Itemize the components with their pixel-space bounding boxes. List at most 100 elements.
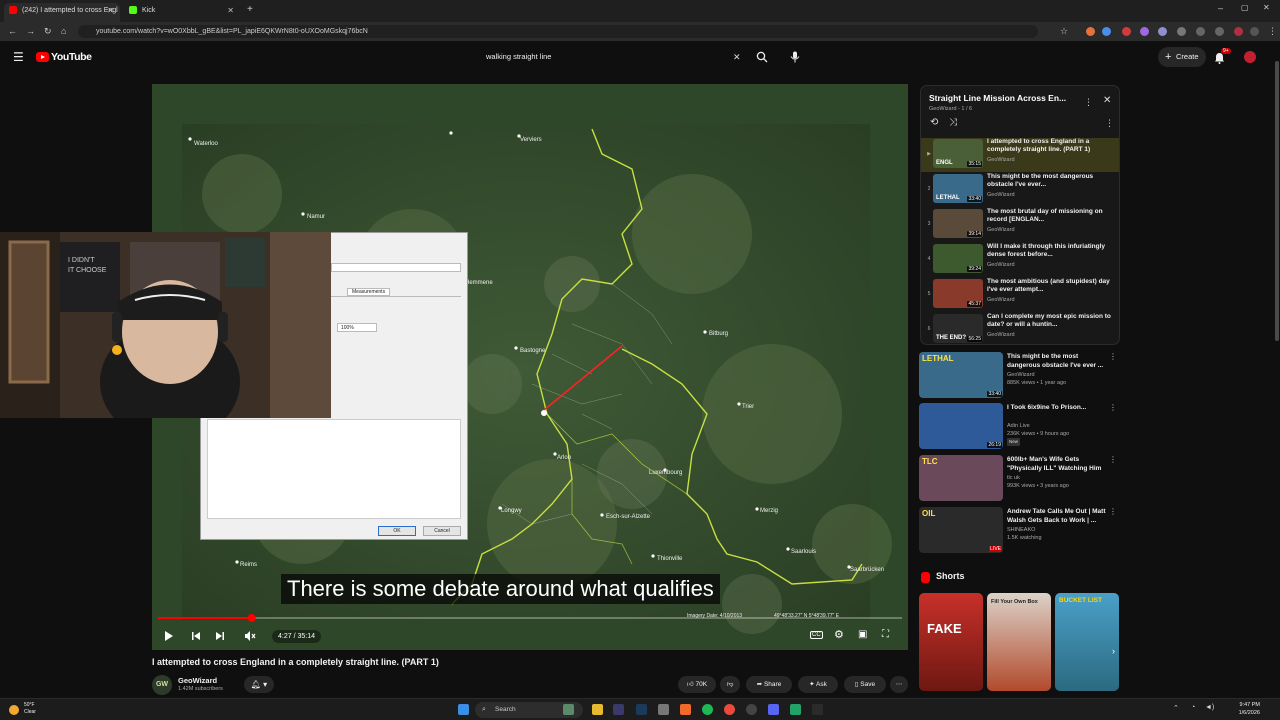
weather-widget[interactable]: 50°F Clear <box>24 702 36 716</box>
recommended-video[interactable]: LETHAL 33:40 This might be the most danger… <box>919 352 1119 398</box>
video-menu-icon[interactable]: ⋮ <box>1109 507 1117 516</box>
dialog-zoom-input[interactable]: 100% <box>337 323 377 332</box>
brave-icon[interactable] <box>680 704 691 715</box>
account-avatar[interactable] <box>1244 51 1256 63</box>
browser-tab-youtube[interactable]: (242) I attempted to cross Engl ✕ <box>4 3 120 22</box>
spotify-icon[interactable] <box>702 704 713 715</box>
close-playlist-icon[interactable]: ✕ <box>1103 95 1111 106</box>
forward-icon[interactable]: → <box>26 26 35 37</box>
settings-gear-icon[interactable]: ⚙ <box>834 628 844 641</box>
extension-icon[interactable] <box>1102 27 1111 36</box>
browser-menu-icon[interactable]: ⋮ <box>1268 26 1277 37</box>
playlist-item[interactable]: 6 THE END? 56:25 Can I complete my most epi… <box>921 313 1119 344</box>
short-card[interactable]: FAKE <box>919 593 983 691</box>
playlist-item[interactable]: 4 39:24 Will I make it through this infuri… <box>921 243 1119 277</box>
app-icon[interactable] <box>790 704 801 715</box>
tray-chevron-icon[interactable]: ⌃ <box>1173 704 1179 712</box>
terminal-icon[interactable] <box>812 704 823 715</box>
file-explorer-icon[interactable] <box>592 704 603 715</box>
widgets-icon[interactable] <box>563 704 574 715</box>
back-icon[interactable]: ← <box>8 26 17 37</box>
profile-avatar-icon[interactable] <box>1234 27 1243 36</box>
close-tab-icon[interactable]: ✕ <box>107 3 114 18</box>
discord-icon[interactable] <box>768 704 779 715</box>
download-icon[interactable] <box>1215 27 1224 36</box>
playlist-menu-icon[interactable]: ⋮ <box>1084 97 1093 108</box>
taskbar-clock[interactable]: 9:47 PM 1/6/2026 <box>1228 701 1260 717</box>
close-window-icon[interactable]: ✕ <box>1263 3 1270 12</box>
scrollbar-thumb[interactable] <box>1275 61 1279 341</box>
microphone-icon[interactable] <box>790 51 800 63</box>
subtitles-icon[interactable]: CC <box>810 631 823 639</box>
short-card[interactable]: BUCKET LIST <box>1055 593 1119 691</box>
fullscreen-icon[interactable]: ⛶ <box>882 629 889 640</box>
video-menu-icon[interactable]: ⋮ <box>1109 455 1117 464</box>
save-button[interactable]: ▯ Save <box>844 676 886 693</box>
playlist-item[interactable]: 3 39:14 The most brutal day of missioning … <box>921 208 1119 242</box>
start-windows-icon[interactable] <box>458 704 469 715</box>
previous-icon[interactable] <box>191 631 201 641</box>
weather-icon[interactable] <box>9 705 19 715</box>
hamburger-menu-icon[interactable]: ☰ <box>13 50 24 64</box>
browser-tab-kick[interactable]: Kick ✕ <box>124 3 240 22</box>
youtube-logo-icon[interactable] <box>36 52 49 62</box>
search-icon[interactable] <box>756 51 768 63</box>
clear-search-icon[interactable]: ✕ <box>733 52 741 63</box>
dialog-ok-button[interactable]: OK <box>378 526 416 536</box>
app-icon[interactable] <box>613 704 624 715</box>
ask-button[interactable]: ✦ Ask <box>798 676 838 693</box>
steam-icon[interactable] <box>636 704 647 715</box>
video-scrubber-handle[interactable] <box>247 614 256 622</box>
dislike-button[interactable]: 👎︎ <box>720 676 740 693</box>
share-button[interactable]: ➦ Share <box>746 676 792 693</box>
page-scrollbar[interactable] <box>1274 41 1280 698</box>
subscribed-bell-button[interactable]: 🔔︎ ▾ <box>244 676 274 693</box>
extension-icon[interactable] <box>1140 27 1149 36</box>
extensions-puzzle-icon[interactable] <box>1177 27 1186 36</box>
extension-icon[interactable] <box>1122 27 1131 36</box>
minimize-icon[interactable]: – <box>1218 3 1223 13</box>
dialog-tab-measurements[interactable]: Measurements <box>347 288 391 296</box>
video-progress-fill[interactable] <box>158 617 252 619</box>
profile-icon[interactable] <box>1250 27 1259 36</box>
mute-icon[interactable] <box>244 630 256 642</box>
extension-icon[interactable] <box>1086 27 1095 36</box>
playlist-more-icon[interactable]: ⋮ <box>1105 118 1114 129</box>
channel-avatar[interactable]: GW <box>152 675 172 695</box>
playlist-title[interactable]: Straight Line Mission Across En... <box>929 93 1066 103</box>
wifi-icon[interactable]: ◔ <box>1191 704 1195 711</box>
playlist-item[interactable]: 5 45:37 The most ambitious (and stupidest)… <box>921 278 1119 312</box>
video-menu-icon[interactable]: ⋮ <box>1109 403 1117 412</box>
short-card[interactable]: Fill Your Own Box <box>987 593 1051 691</box>
extension-icon[interactable] <box>1158 27 1167 36</box>
play-icon[interactable] <box>164 630 174 642</box>
video-menu-icon[interactable]: ⋮ <box>1109 352 1117 361</box>
shuffle-icon[interactable]: ⤨ <box>949 117 957 128</box>
youtube-logo-text[interactable]: YouTube <box>51 51 92 63</box>
bookmark-star-icon[interactable]: ☆ <box>1060 26 1068 37</box>
chrome-icon[interactable] <box>724 704 735 715</box>
home-icon[interactable]: ⌂ <box>61 26 66 37</box>
address-bar[interactable]: youtube.com/watch?v=wO0XbbL_gBE&list=PL_… <box>78 25 1038 38</box>
loop-icon[interactable]: ⟲ <box>930 117 938 128</box>
miniplayer-icon[interactable]: ▣ <box>858 629 867 640</box>
create-button[interactable]: + Create <box>1158 47 1206 67</box>
dialog-cancel-button[interactable]: Cancel <box>423 526 461 536</box>
search-input[interactable]: walking straight line <box>478 47 750 67</box>
recommended-video[interactable]: 26:19 I Took 6ix9ine To Prison... Adin Liv… <box>919 403 1119 449</box>
channel-name[interactable]: GeoWizard <box>178 676 217 685</box>
playlist-item[interactable]: ▶ ENGL 35:15 I attempted to cross England i… <box>921 138 1119 172</box>
maximize-icon[interactable]: ▢ <box>1241 3 1249 12</box>
recommended-video[interactable]: OIL LIVE Andrew Tate Calls Me Out | Matt W… <box>919 507 1119 553</box>
more-actions-button[interactable]: ⋯ <box>890 676 908 693</box>
sidebar-icon[interactable] <box>1196 27 1205 36</box>
settings-app-icon[interactable] <box>658 704 669 715</box>
shorts-next-icon[interactable]: › <box>1112 646 1115 656</box>
new-tab-icon[interactable]: + <box>247 4 253 15</box>
close-tab-icon[interactable]: ✕ <box>227 3 234 18</box>
recommended-video[interactable]: TLC 600lb+ Man's Wife Gets "Physically IL… <box>919 455 1119 501</box>
dialog-field[interactable] <box>331 263 461 272</box>
obs-icon[interactable] <box>746 704 757 715</box>
next-icon[interactable] <box>215 631 225 641</box>
reload-icon[interactable]: ↻ <box>44 26 52 37</box>
